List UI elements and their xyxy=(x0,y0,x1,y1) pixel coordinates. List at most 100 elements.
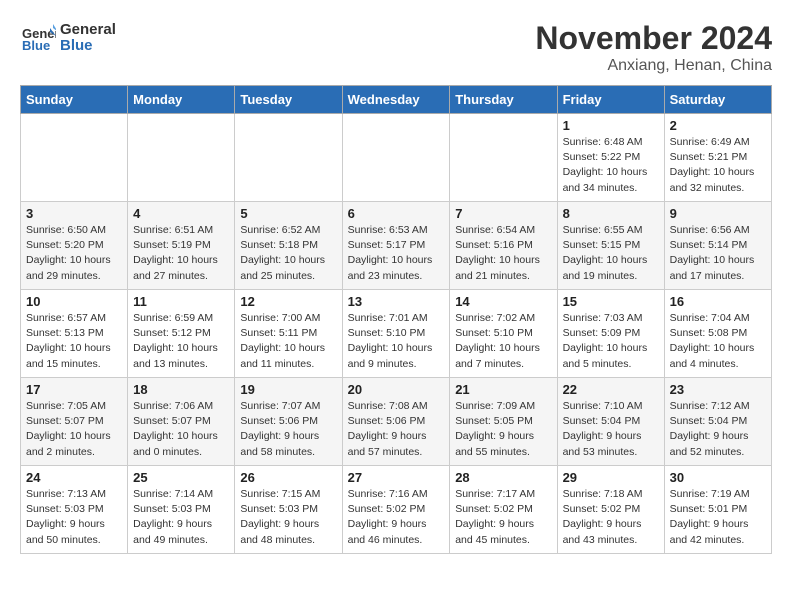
calendar-cell: 24 Sunrise: 7:13 AM Sunset: 5:03 PM Dayli… xyxy=(21,466,128,554)
calendar-cell: 23 Sunrise: 7:12 AM Sunset: 5:04 PM Dayli… xyxy=(664,378,771,466)
calendar-cell: 3 Sunrise: 6:50 AM Sunset: 5:20 PM Daylig… xyxy=(21,202,128,290)
calendar-cell xyxy=(450,114,557,202)
day-number: 16 xyxy=(670,294,766,309)
calendar-cell: 2 Sunrise: 6:49 AM Sunset: 5:21 PM Daylig… xyxy=(664,114,771,202)
calendar-cell xyxy=(21,114,128,202)
page-header: General Blue General Blue November 2024 … xyxy=(20,20,772,75)
day-number: 30 xyxy=(670,470,766,485)
day-number: 7 xyxy=(455,206,551,221)
day-detail: Sunrise: 7:15 AM Sunset: 5:03 PM Dayligh… xyxy=(240,487,336,548)
day-detail: Sunrise: 7:16 AM Sunset: 5:02 PM Dayligh… xyxy=(348,487,445,548)
day-detail: Sunrise: 6:56 AM Sunset: 5:14 PM Dayligh… xyxy=(670,223,766,284)
day-detail: Sunrise: 6:48 AM Sunset: 5:22 PM Dayligh… xyxy=(563,135,659,196)
day-number: 25 xyxy=(133,470,229,485)
calendar-cell: 17 Sunrise: 7:05 AM Sunset: 5:07 PM Dayli… xyxy=(21,378,128,466)
day-number: 18 xyxy=(133,382,229,397)
day-detail: Sunrise: 7:00 AM Sunset: 5:11 PM Dayligh… xyxy=(240,311,336,372)
weekday-header-saturday: Saturday xyxy=(664,86,771,114)
calendar-cell: 7Sunrise: 6:54 AM Sunset: 5:16 PM Daylig… xyxy=(450,202,557,290)
calendar-cell: 5 Sunrise: 6:52 AM Sunset: 5:18 PM Daylig… xyxy=(235,202,342,290)
weekday-header-friday: Friday xyxy=(557,86,664,114)
day-detail: Sunrise: 7:07 AM Sunset: 5:06 PM Dayligh… xyxy=(240,399,336,460)
day-number: 8 xyxy=(563,206,659,221)
day-detail: Sunrise: 7:19 AM Sunset: 5:01 PM Dayligh… xyxy=(670,487,766,548)
calendar-cell: 25 Sunrise: 7:14 AM Sunset: 5:03 PM Dayli… xyxy=(128,466,235,554)
day-number: 11 xyxy=(133,294,229,309)
month-title: November 2024 xyxy=(535,20,772,57)
calendar-cell: 28 Sunrise: 7:17 AM Sunset: 5:02 PM Dayli… xyxy=(450,466,557,554)
week-row-4: 17 Sunrise: 7:05 AM Sunset: 5:07 PM Dayli… xyxy=(21,378,772,466)
weekday-header-row: SundayMondayTuesdayWednesdayThursdayFrid… xyxy=(21,86,772,114)
day-number: 28 xyxy=(455,470,551,485)
day-number: 24 xyxy=(26,470,122,485)
week-row-3: 10 Sunrise: 6:57 AM Sunset: 5:13 PM Dayli… xyxy=(21,290,772,378)
day-number: 12 xyxy=(240,294,336,309)
week-row-2: 3 Sunrise: 6:50 AM Sunset: 5:20 PM Daylig… xyxy=(21,202,772,290)
calendar-cell: 29Sunrise: 7:18 AM Sunset: 5:02 PM Dayli… xyxy=(557,466,664,554)
day-detail: Sunrise: 7:10 AM Sunset: 5:04 PM Dayligh… xyxy=(563,399,659,460)
calendar-cell: 14 Sunrise: 7:02 AM Sunset: 5:10 PM Dayli… xyxy=(450,290,557,378)
week-row-5: 24 Sunrise: 7:13 AM Sunset: 5:03 PM Dayli… xyxy=(21,466,772,554)
calendar-cell xyxy=(128,114,235,202)
day-number: 17 xyxy=(26,382,122,397)
day-number: 1 xyxy=(563,118,659,133)
calendar-cell: 10 Sunrise: 6:57 AM Sunset: 5:13 PM Dayli… xyxy=(21,290,128,378)
location-title: Anxiang, Henan, China xyxy=(535,57,772,75)
calendar-cell: 12 Sunrise: 7:00 AM Sunset: 5:11 PM Dayli… xyxy=(235,290,342,378)
day-number: 26 xyxy=(240,470,336,485)
day-number: 9 xyxy=(670,206,766,221)
day-detail: Sunrise: 6:57 AM Sunset: 5:13 PM Dayligh… xyxy=(26,311,122,372)
calendar-cell xyxy=(342,114,450,202)
day-number: 21 xyxy=(455,382,551,397)
title-area: November 2024 Anxiang, Henan, China xyxy=(535,20,772,75)
calendar-cell: 13Sunrise: 7:01 AM Sunset: 5:10 PM Dayli… xyxy=(342,290,450,378)
day-detail: Sunrise: 6:52 AM Sunset: 5:18 PM Dayligh… xyxy=(240,223,336,284)
day-number: 5 xyxy=(240,206,336,221)
day-detail: Sunrise: 6:55 AM Sunset: 5:15 PM Dayligh… xyxy=(563,223,659,284)
day-detail: Sunrise: 6:50 AM Sunset: 5:20 PM Dayligh… xyxy=(26,223,122,284)
calendar-cell: 27 Sunrise: 7:16 AM Sunset: 5:02 PM Dayli… xyxy=(342,466,450,554)
day-detail: Sunrise: 6:49 AM Sunset: 5:21 PM Dayligh… xyxy=(670,135,766,196)
day-number: 10 xyxy=(26,294,122,309)
day-detail: Sunrise: 7:05 AM Sunset: 5:07 PM Dayligh… xyxy=(26,399,122,460)
day-detail: Sunrise: 7:03 AM Sunset: 5:09 PM Dayligh… xyxy=(563,311,659,372)
day-number: 3 xyxy=(26,206,122,221)
calendar-cell xyxy=(235,114,342,202)
day-number: 23 xyxy=(670,382,766,397)
day-number: 19 xyxy=(240,382,336,397)
calendar-cell: 4Sunrise: 6:51 AM Sunset: 5:19 PM Daylig… xyxy=(128,202,235,290)
day-number: 20 xyxy=(348,382,445,397)
logo-general: General xyxy=(60,22,116,39)
logo: General Blue General Blue xyxy=(20,20,116,56)
day-detail: Sunrise: 7:02 AM Sunset: 5:10 PM Dayligh… xyxy=(455,311,551,372)
calendar-cell: 30 Sunrise: 7:19 AM Sunset: 5:01 PM Dayli… xyxy=(664,466,771,554)
calendar-cell: 26 Sunrise: 7:15 AM Sunset: 5:03 PM Dayli… xyxy=(235,466,342,554)
calendar-cell: 11 Sunrise: 6:59 AM Sunset: 5:12 PM Dayli… xyxy=(128,290,235,378)
logo-icon: General Blue xyxy=(20,20,56,56)
calendar-cell: 9 Sunrise: 6:56 AM Sunset: 5:14 PM Daylig… xyxy=(664,202,771,290)
day-number: 14 xyxy=(455,294,551,309)
weekday-header-monday: Monday xyxy=(128,86,235,114)
svg-text:Blue: Blue xyxy=(22,38,50,53)
day-detail: Sunrise: 6:51 AM Sunset: 5:19 PM Dayligh… xyxy=(133,223,229,284)
calendar-cell: 19 Sunrise: 7:07 AM Sunset: 5:06 PM Dayli… xyxy=(235,378,342,466)
calendar-table: SundayMondayTuesdayWednesdayThursdayFrid… xyxy=(20,85,772,554)
weekday-header-wednesday: Wednesday xyxy=(342,86,450,114)
day-detail: Sunrise: 7:18 AM Sunset: 5:02 PM Dayligh… xyxy=(563,487,659,548)
day-detail: Sunrise: 7:12 AM Sunset: 5:04 PM Dayligh… xyxy=(670,399,766,460)
day-detail: Sunrise: 7:13 AM Sunset: 5:03 PM Dayligh… xyxy=(26,487,122,548)
day-detail: Sunrise: 6:59 AM Sunset: 5:12 PM Dayligh… xyxy=(133,311,229,372)
day-number: 13 xyxy=(348,294,445,309)
weekday-header-tuesday: Tuesday xyxy=(235,86,342,114)
day-detail: Sunrise: 7:17 AM Sunset: 5:02 PM Dayligh… xyxy=(455,487,551,548)
day-detail: Sunrise: 7:08 AM Sunset: 5:06 PM Dayligh… xyxy=(348,399,445,460)
day-number: 15 xyxy=(563,294,659,309)
day-number: 27 xyxy=(348,470,445,485)
day-detail: Sunrise: 7:04 AM Sunset: 5:08 PM Dayligh… xyxy=(670,311,766,372)
day-detail: Sunrise: 7:14 AM Sunset: 5:03 PM Dayligh… xyxy=(133,487,229,548)
day-number: 22 xyxy=(563,382,659,397)
logo-blue: Blue xyxy=(60,38,116,55)
calendar-cell: 15 Sunrise: 7:03 AM Sunset: 5:09 PM Dayli… xyxy=(557,290,664,378)
calendar-cell: 21Sunrise: 7:09 AM Sunset: 5:05 PM Dayli… xyxy=(450,378,557,466)
day-number: 2 xyxy=(670,118,766,133)
